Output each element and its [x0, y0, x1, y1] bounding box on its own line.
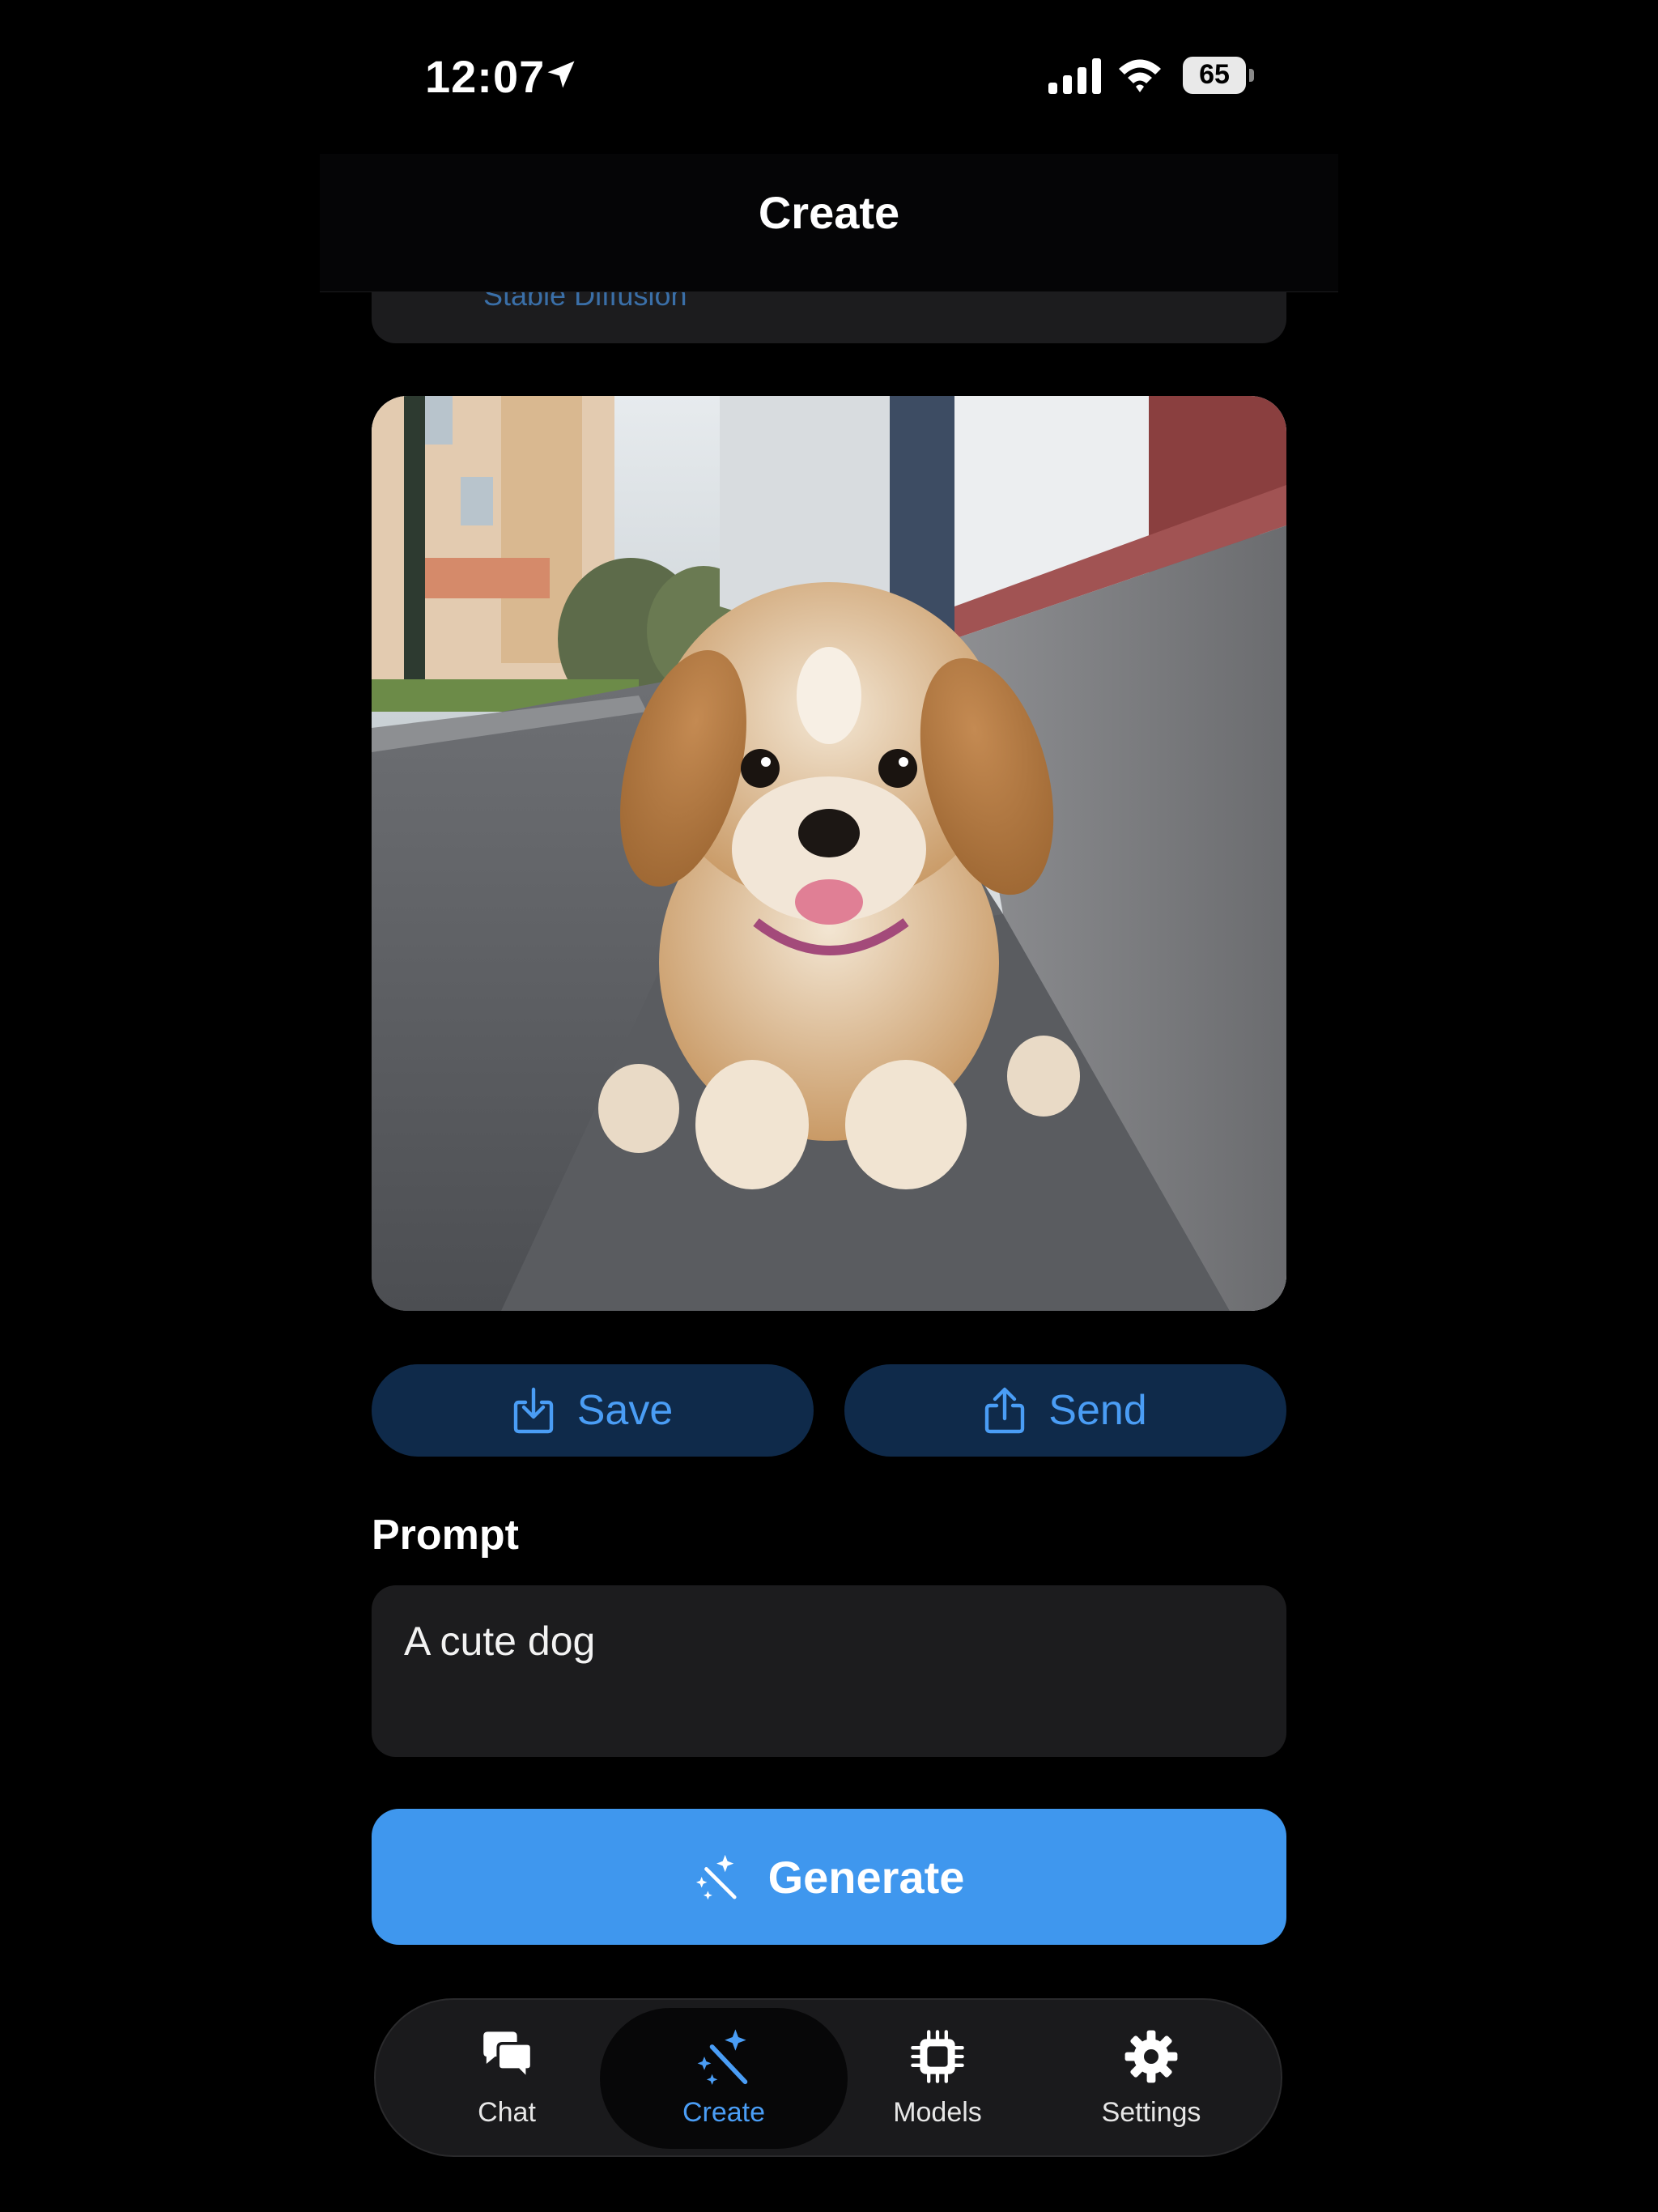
- save-download-icon: [513, 1387, 553, 1434]
- tab-models[interactable]: Models: [831, 2000, 1044, 2159]
- status-time: 12:07: [425, 51, 546, 102]
- tab-models-label: Models: [893, 2097, 982, 2128]
- send-button[interactable]: Send: [844, 1364, 1286, 1457]
- cellular-signal-icon: [1048, 58, 1101, 94]
- battery-percent: 65: [1199, 59, 1230, 90]
- tab-settings-label: Settings: [1101, 2097, 1201, 2128]
- dog-photo-illustration: [372, 396, 1286, 1311]
- tab-chat-label: Chat: [478, 2097, 536, 2128]
- save-button[interactable]: Save: [372, 1364, 814, 1457]
- navigation-header: Create: [320, 154, 1338, 292]
- prompt-input[interactable]: A cute dog: [372, 1585, 1286, 1757]
- magic-wand-icon: [695, 1854, 737, 1900]
- battery-icon: 65: [1183, 57, 1256, 94]
- tab-bar: Chat Create Models Settings: [374, 1998, 1282, 2157]
- magic-wand-icon: [697, 2029, 748, 2086]
- send-button-label: Send: [1048, 1387, 1147, 1434]
- chip-icon: [911, 2030, 964, 2083]
- generated-dog-image[interactable]: [372, 396, 1286, 1311]
- save-button-label: Save: [576, 1387, 674, 1434]
- tab-chat[interactable]: Chat: [400, 2000, 614, 2159]
- gear-icon: [1124, 2030, 1178, 2083]
- prompt-input-value: A cute dog: [404, 1619, 596, 1664]
- location-arrow-icon: [547, 61, 575, 88]
- wifi-icon: [1119, 59, 1161, 92]
- tab-create[interactable]: Create: [617, 2000, 831, 2159]
- status-bar: 12:07 65: [320, 0, 1338, 154]
- tab-create-label: Create: [682, 2097, 766, 2128]
- generate-button-label: Generate: [767, 1851, 965, 1903]
- chat-bubbles-icon: [483, 2031, 534, 2082]
- tab-settings[interactable]: Settings: [1044, 2000, 1258, 2159]
- share-icon: [985, 1387, 1025, 1434]
- page-title: Create: [758, 187, 900, 238]
- prompt-label: Prompt: [372, 1512, 519, 1559]
- generate-button[interactable]: Generate: [372, 1809, 1286, 1945]
